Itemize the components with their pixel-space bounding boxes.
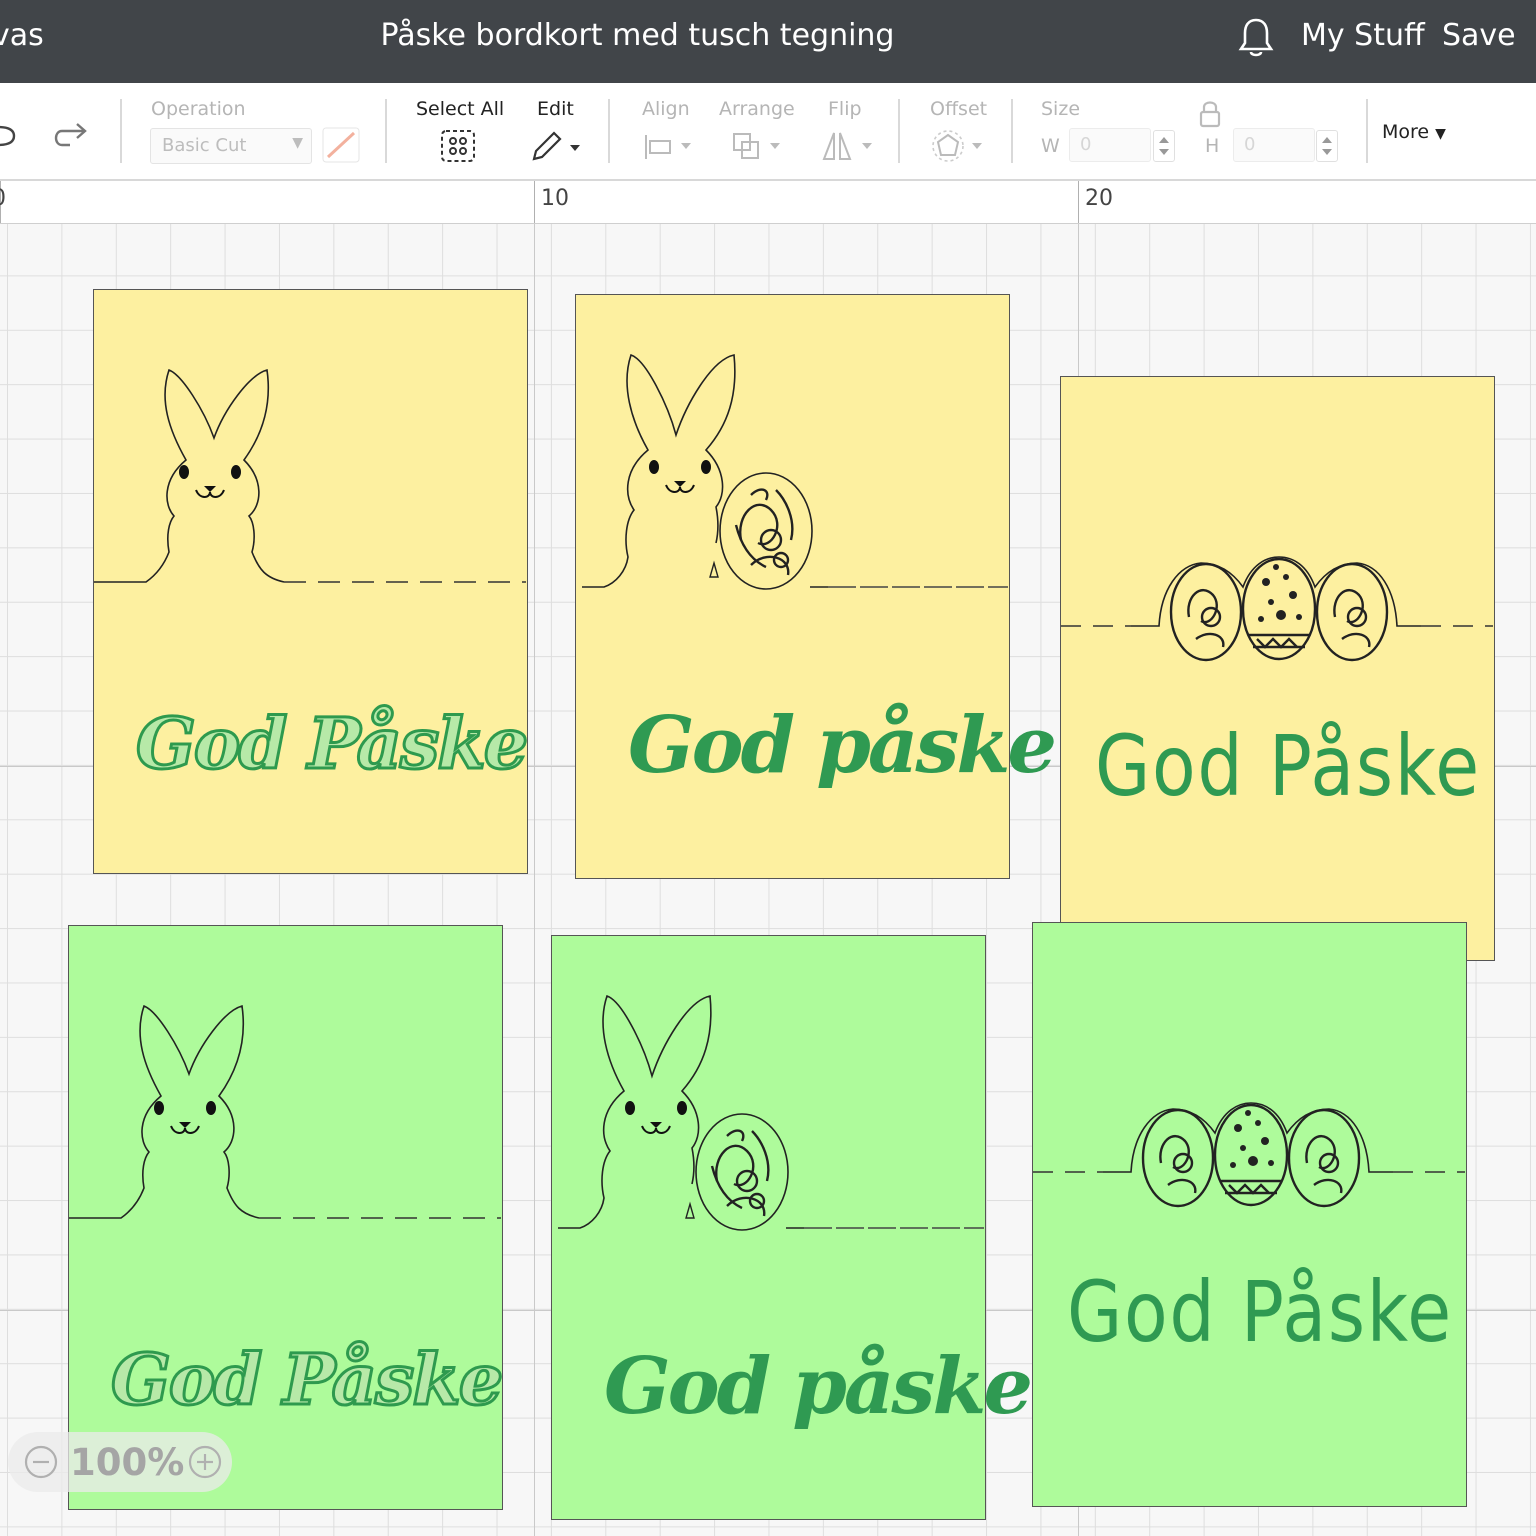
- top-bar: vas Påske bordkort med tusch tegning My …: [0, 0, 1536, 83]
- toolbar-divider: [608, 99, 610, 163]
- pen-color-swatch-icon[interactable]: [322, 127, 360, 163]
- operation-label: Operation: [151, 98, 246, 120]
- align-icon[interactable]: [643, 133, 693, 161]
- place-card-yellow-three-eggs[interactable]: God Påske: [1060, 376, 1495, 961]
- select-all-icon[interactable]: [440, 129, 476, 163]
- horizontal-ruler: 0 10 20: [0, 181, 1536, 224]
- toolbar-divider: [120, 99, 122, 163]
- edit-pencil-icon[interactable]: [530, 129, 582, 163]
- toolbar-divider: [898, 99, 900, 163]
- ruler-mark: 20: [1085, 186, 1113, 211]
- size-label: Size: [1041, 98, 1081, 120]
- card-greeting-text: God påske: [604, 1341, 1033, 1432]
- width-stepper-icon[interactable]: [1153, 130, 1175, 162]
- card-greeting-text: God Påske: [1067, 1263, 1453, 1361]
- arrange-label: Arrange: [719, 98, 795, 120]
- offset-label: Offset: [930, 98, 988, 120]
- flip-icon[interactable]: [820, 129, 876, 163]
- operation-select[interactable]: Basic Cut ▼: [150, 128, 312, 164]
- project-title: Påske bordkort med tusch tegning: [380, 18, 895, 53]
- zoom-control: 100%: [8, 1432, 232, 1492]
- align-label: Align: [642, 98, 690, 120]
- zoom-level: 100%: [70, 1441, 185, 1484]
- width-label: W: [1041, 135, 1060, 157]
- height-label: H: [1205, 135, 1220, 157]
- toolbar-divider: [1011, 99, 1013, 163]
- place-card-green-three-eggs[interactable]: God Påske: [1032, 922, 1467, 1507]
- zoom-in-icon[interactable]: [188, 1445, 222, 1479]
- ruler-mark: 0: [0, 186, 6, 211]
- height-input[interactable]: 0: [1233, 128, 1315, 162]
- width-value: 0: [1080, 134, 1092, 155]
- card-greeting-text: God Påske: [134, 701, 529, 787]
- place-card-green-bunny[interactable]: God Påske: [68, 925, 505, 1510]
- flip-label: Flip: [828, 98, 862, 120]
- ruler-major-tick: [1078, 181, 1079, 223]
- edit-label: Edit: [537, 98, 574, 120]
- lock-icon[interactable]: [1197, 98, 1223, 130]
- caret-down-icon: ▼: [1435, 126, 1446, 142]
- save-button[interactable]: Save: [1442, 18, 1516, 53]
- select-all-label: Select All: [416, 98, 505, 120]
- edit-toolbar: Operation Basic Cut ▼ Select All Edit Al…: [0, 83, 1536, 181]
- bell-icon[interactable]: [1236, 16, 1276, 60]
- more-menu[interactable]: More ▼: [1382, 121, 1446, 143]
- bunny-with-egg-icon: [558, 994, 984, 1231]
- card-greeting-text: God Påske: [1095, 717, 1481, 815]
- toolbar-divider: [385, 99, 387, 163]
- zoom-out-icon[interactable]: [24, 1445, 58, 1479]
- width-input[interactable]: 0: [1069, 128, 1151, 162]
- offset-icon[interactable]: [930, 129, 986, 163]
- card-greeting-text: God Påske: [109, 1337, 504, 1423]
- bunny-with-egg-icon: [582, 353, 1008, 590]
- chevron-down-icon: ▼: [292, 135, 303, 151]
- bunny-icon: [94, 368, 526, 583]
- place-card-yellow-bunny[interactable]: God Påske: [93, 289, 530, 874]
- toolbar-divider: [1366, 99, 1368, 163]
- redo-icon[interactable]: [50, 121, 90, 151]
- card-greeting-text: God påske: [628, 700, 1057, 791]
- undo-icon[interactable]: [0, 121, 18, 151]
- more-label: More: [1382, 121, 1430, 143]
- grid-major-line: [534, 224, 535, 1536]
- operation-value: Basic Cut: [162, 135, 247, 156]
- height-value: 0: [1244, 134, 1256, 155]
- place-card-yellow-bunny-egg[interactable]: God påske: [575, 294, 1057, 879]
- ruler-mark: 10: [541, 186, 569, 211]
- arrange-icon[interactable]: [730, 130, 784, 162]
- my-stuff-link[interactable]: My Stuff: [1301, 18, 1425, 53]
- bunny-icon: [69, 1004, 501, 1219]
- height-stepper-icon[interactable]: [1316, 130, 1338, 162]
- ruler-major-tick: [534, 181, 535, 223]
- place-card-green-bunny-egg[interactable]: God påske: [551, 935, 1033, 1520]
